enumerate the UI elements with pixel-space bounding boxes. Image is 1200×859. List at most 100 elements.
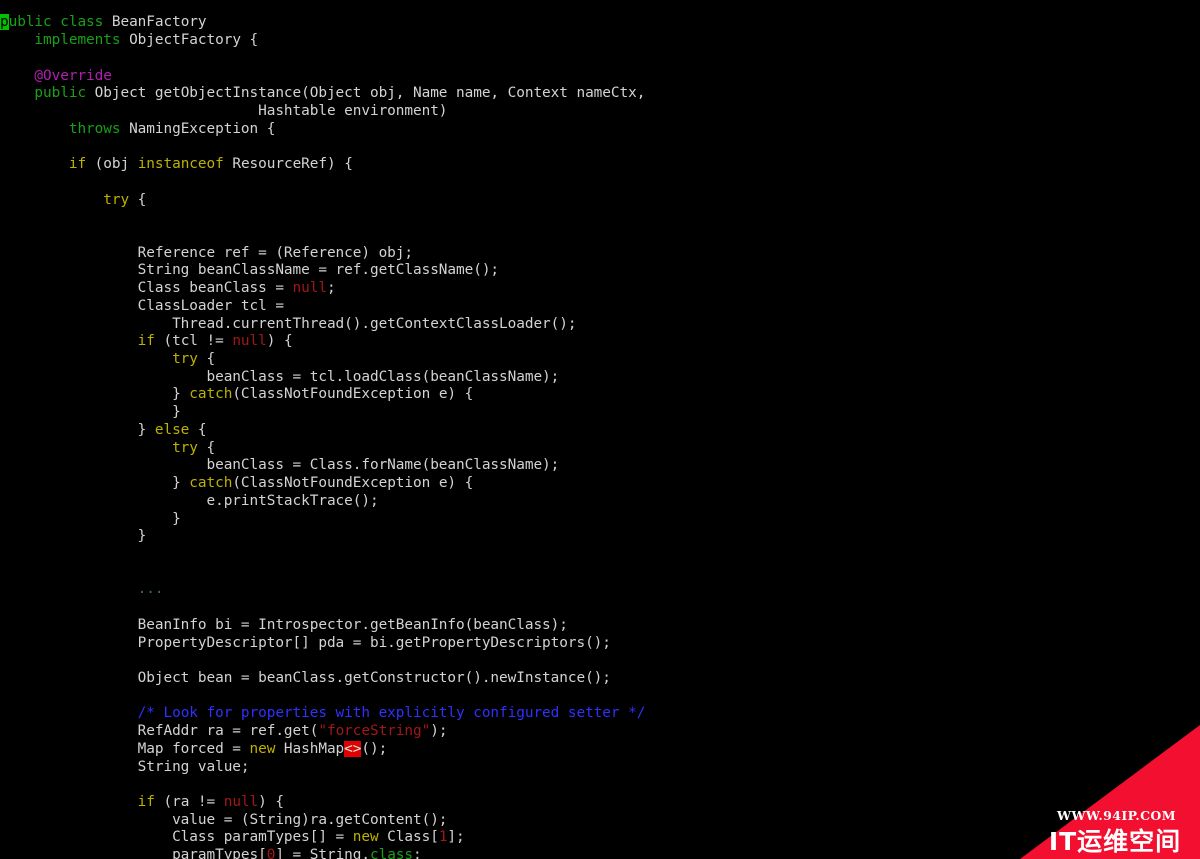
code-token: } [0,528,147,545]
code-token: String beanClassName = ref.getClassName(… [0,262,500,279]
code-line: try { [0,351,1200,369]
code-token: public [34,85,87,102]
code-token: e.printStackTrace(); [0,492,379,509]
code-line: ​ [0,546,1200,564]
code-token: { [197,351,216,368]
code-token: Object getObjectInstance(Object obj, Nam… [86,85,646,102]
code-line: ​ [0,564,1200,582]
code-token: } [0,404,181,421]
code-line: implements ObjectFactory { [0,32,1200,50]
code-line: Object bean = beanClass.getConstructor()… [0,670,1200,688]
code-line: BeanInfo bi = Introspector.getBeanInfo(b… [0,617,1200,635]
code-token: Hashtable environment) [0,102,448,119]
code-token: ; [413,847,422,859]
code-token: } [0,386,190,403]
code-token: (tcl != [154,333,233,350]
code-token: ]; [447,829,465,846]
code-token: else [154,421,190,438]
code-token: Class beanClass = [0,280,293,297]
code-line: beanClass = Class.forName(beanClassName)… [0,457,1200,475]
code-token: (ClassNotFoundException e) { [232,475,474,492]
code-token: PropertyDescriptor[] pda = bi.getPropert… [0,634,611,651]
code-token: } [0,475,190,492]
code-line: } catch(ClassNotFoundException e) { [0,475,1200,493]
code-token: Map forced = [0,740,250,757]
code-line: Thread.currentThread().getContextClassLo… [0,316,1200,334]
code-token: String value; [0,758,250,775]
source-code-block[interactable]: public class BeanFactory implements Obje… [0,14,1200,859]
code-token: value = (String)ra.getContent(); [0,811,448,828]
code-token: (obj [86,156,138,173]
code-token: null [223,794,259,811]
code-line: String beanClassName = ref.getClassName(… [0,262,1200,280]
code-token: ); [430,723,448,740]
code-line: Class paramTypes[] = new Class[1]; [0,829,1200,847]
code-viewer-screen: public class BeanFactory implements Obje… [0,0,1200,859]
code-token: beanClass = tcl.loadClass(beanClassName)… [0,368,560,385]
code-token: catch [189,475,233,492]
code-line: } [0,511,1200,529]
code-line: ​ [0,652,1200,670]
code-token: try [172,351,198,368]
code-line: e.printStackTrace(); [0,493,1200,511]
code-line: ​ [0,688,1200,706]
code-token: ... [137,581,164,598]
code-line: if (ra != null) { [0,794,1200,812]
code-line: value = (String)ra.getContent(); [0,812,1200,830]
code-token: new [352,829,379,846]
code-token: { [197,439,216,456]
code-line: ​ [0,227,1200,245]
code-token: @Override [34,67,112,84]
code-token: BeanInfo bi = Introspector.getBeanInfo(b… [0,616,568,633]
code-line: if (tcl != null) { [0,333,1200,351]
code-token: ResourceRef) { [223,156,353,173]
code-token: HashMap [275,740,345,757]
code-token: ObjectFactory { [120,32,259,49]
code-line: Reference ref = (Reference) obj; [0,245,1200,263]
text-cursor: p [0,14,9,31]
code-line: RefAddr ra = ref.get("forceString"); [0,723,1200,741]
code-token: implements [34,32,121,49]
code-token: BeanFactory [111,14,207,31]
code-line: if (obj instanceof ResourceRef) { [0,156,1200,174]
code-token: Thread.currentThread().getContextClassLo… [0,315,577,332]
code-token: if [137,333,155,350]
code-token: (ClassNotFoundException e) { [232,386,474,403]
code-line: } else { [0,422,1200,440]
code-token: throws [68,120,121,137]
code-line: ​ [0,138,1200,156]
code-token: } [0,421,155,438]
code-line: Map forced = new HashMap<>(); [0,740,1200,759]
code-token: null [232,333,267,350]
code-line: } [0,404,1200,422]
code-line: public Object getObjectInstance(Object o… [0,85,1200,103]
code-token: { [189,421,207,438]
code-line: ClassLoader tcl = [0,298,1200,316]
code-token: Class[ [378,829,439,846]
code-token: (); [361,740,388,757]
code-token: ) { [258,794,284,811]
code-token: try [172,439,198,456]
code-line: } [0,528,1200,546]
code-line: } catch(ClassNotFoundException e) { [0,386,1200,404]
code-line: ​ [0,209,1200,227]
code-token: RefAddr ra = ref.get( [0,723,319,740]
code-token: ; [326,280,336,297]
code-token: instanceof [137,156,224,173]
code-token: Object bean = beanClass.getConstructor()… [0,669,611,686]
code-token: paramTypes[ [0,847,267,859]
code-line: beanClass = tcl.loadClass(beanClassName)… [0,369,1200,387]
code-token: ClassLoader tcl = [0,297,284,314]
code-token: beanClass = Class.forName(beanClassName)… [0,457,560,474]
code-line: Class beanClass = null; [0,280,1200,298]
